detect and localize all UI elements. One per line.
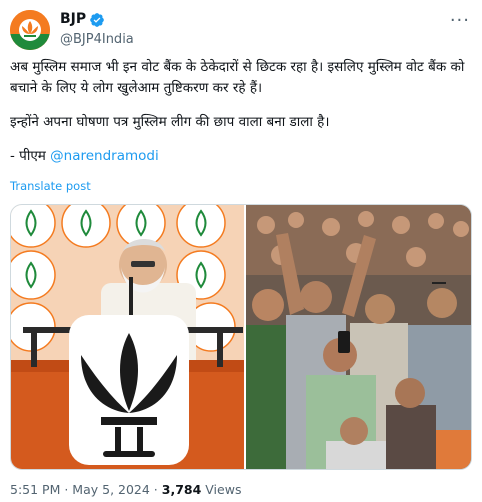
verified-badge-icon[interactable]	[89, 12, 105, 28]
tweet-time[interactable]: 5:51 PM	[10, 482, 60, 497]
views-label: Views	[205, 482, 242, 497]
avatar[interactable]	[10, 10, 50, 50]
speaker-photo[interactable]	[11, 205, 244, 469]
tweet-paragraph-1: अब मुस्लिम समाज भी इन वोट बैंक के ठेकेदा…	[10, 59, 465, 96]
more-options-icon[interactable]: ···	[450, 10, 470, 31]
translate-post-link[interactable]: Translate post	[10, 179, 91, 193]
tweet-date[interactable]: May 5, 2024	[72, 482, 150, 497]
signature-prefix: - पीएम	[10, 148, 51, 164]
tweet-signature: - पीएम @narendramodi	[10, 146, 472, 167]
lotus-icon	[10, 10, 50, 50]
views-count: 3,784	[161, 482, 202, 497]
display-name[interactable]: BJP	[60, 10, 134, 29]
mention-link[interactable]: @narendramodi	[50, 148, 159, 164]
tweet-meta: 5:51 PM · May 5, 2024 · 3,784 Views	[10, 482, 242, 497]
tweet-text: अब मुस्लिम समाज भी इन वोट बैंक के ठेकेदा…	[10, 57, 472, 167]
tweet-paragraph-2: इन्होंने अपना घोषणा पत्र मुस्लिम लीग की …	[10, 114, 330, 130]
tweet-header: BJP @BJP4India ···	[10, 10, 472, 50]
display-name-text[interactable]: BJP	[60, 10, 86, 29]
crowd-photo[interactable]	[245, 205, 471, 469]
account-handle[interactable]: @BJP4India	[60, 31, 134, 49]
tweet-media[interactable]	[10, 204, 472, 470]
account-info: BJP @BJP4India	[60, 10, 134, 49]
